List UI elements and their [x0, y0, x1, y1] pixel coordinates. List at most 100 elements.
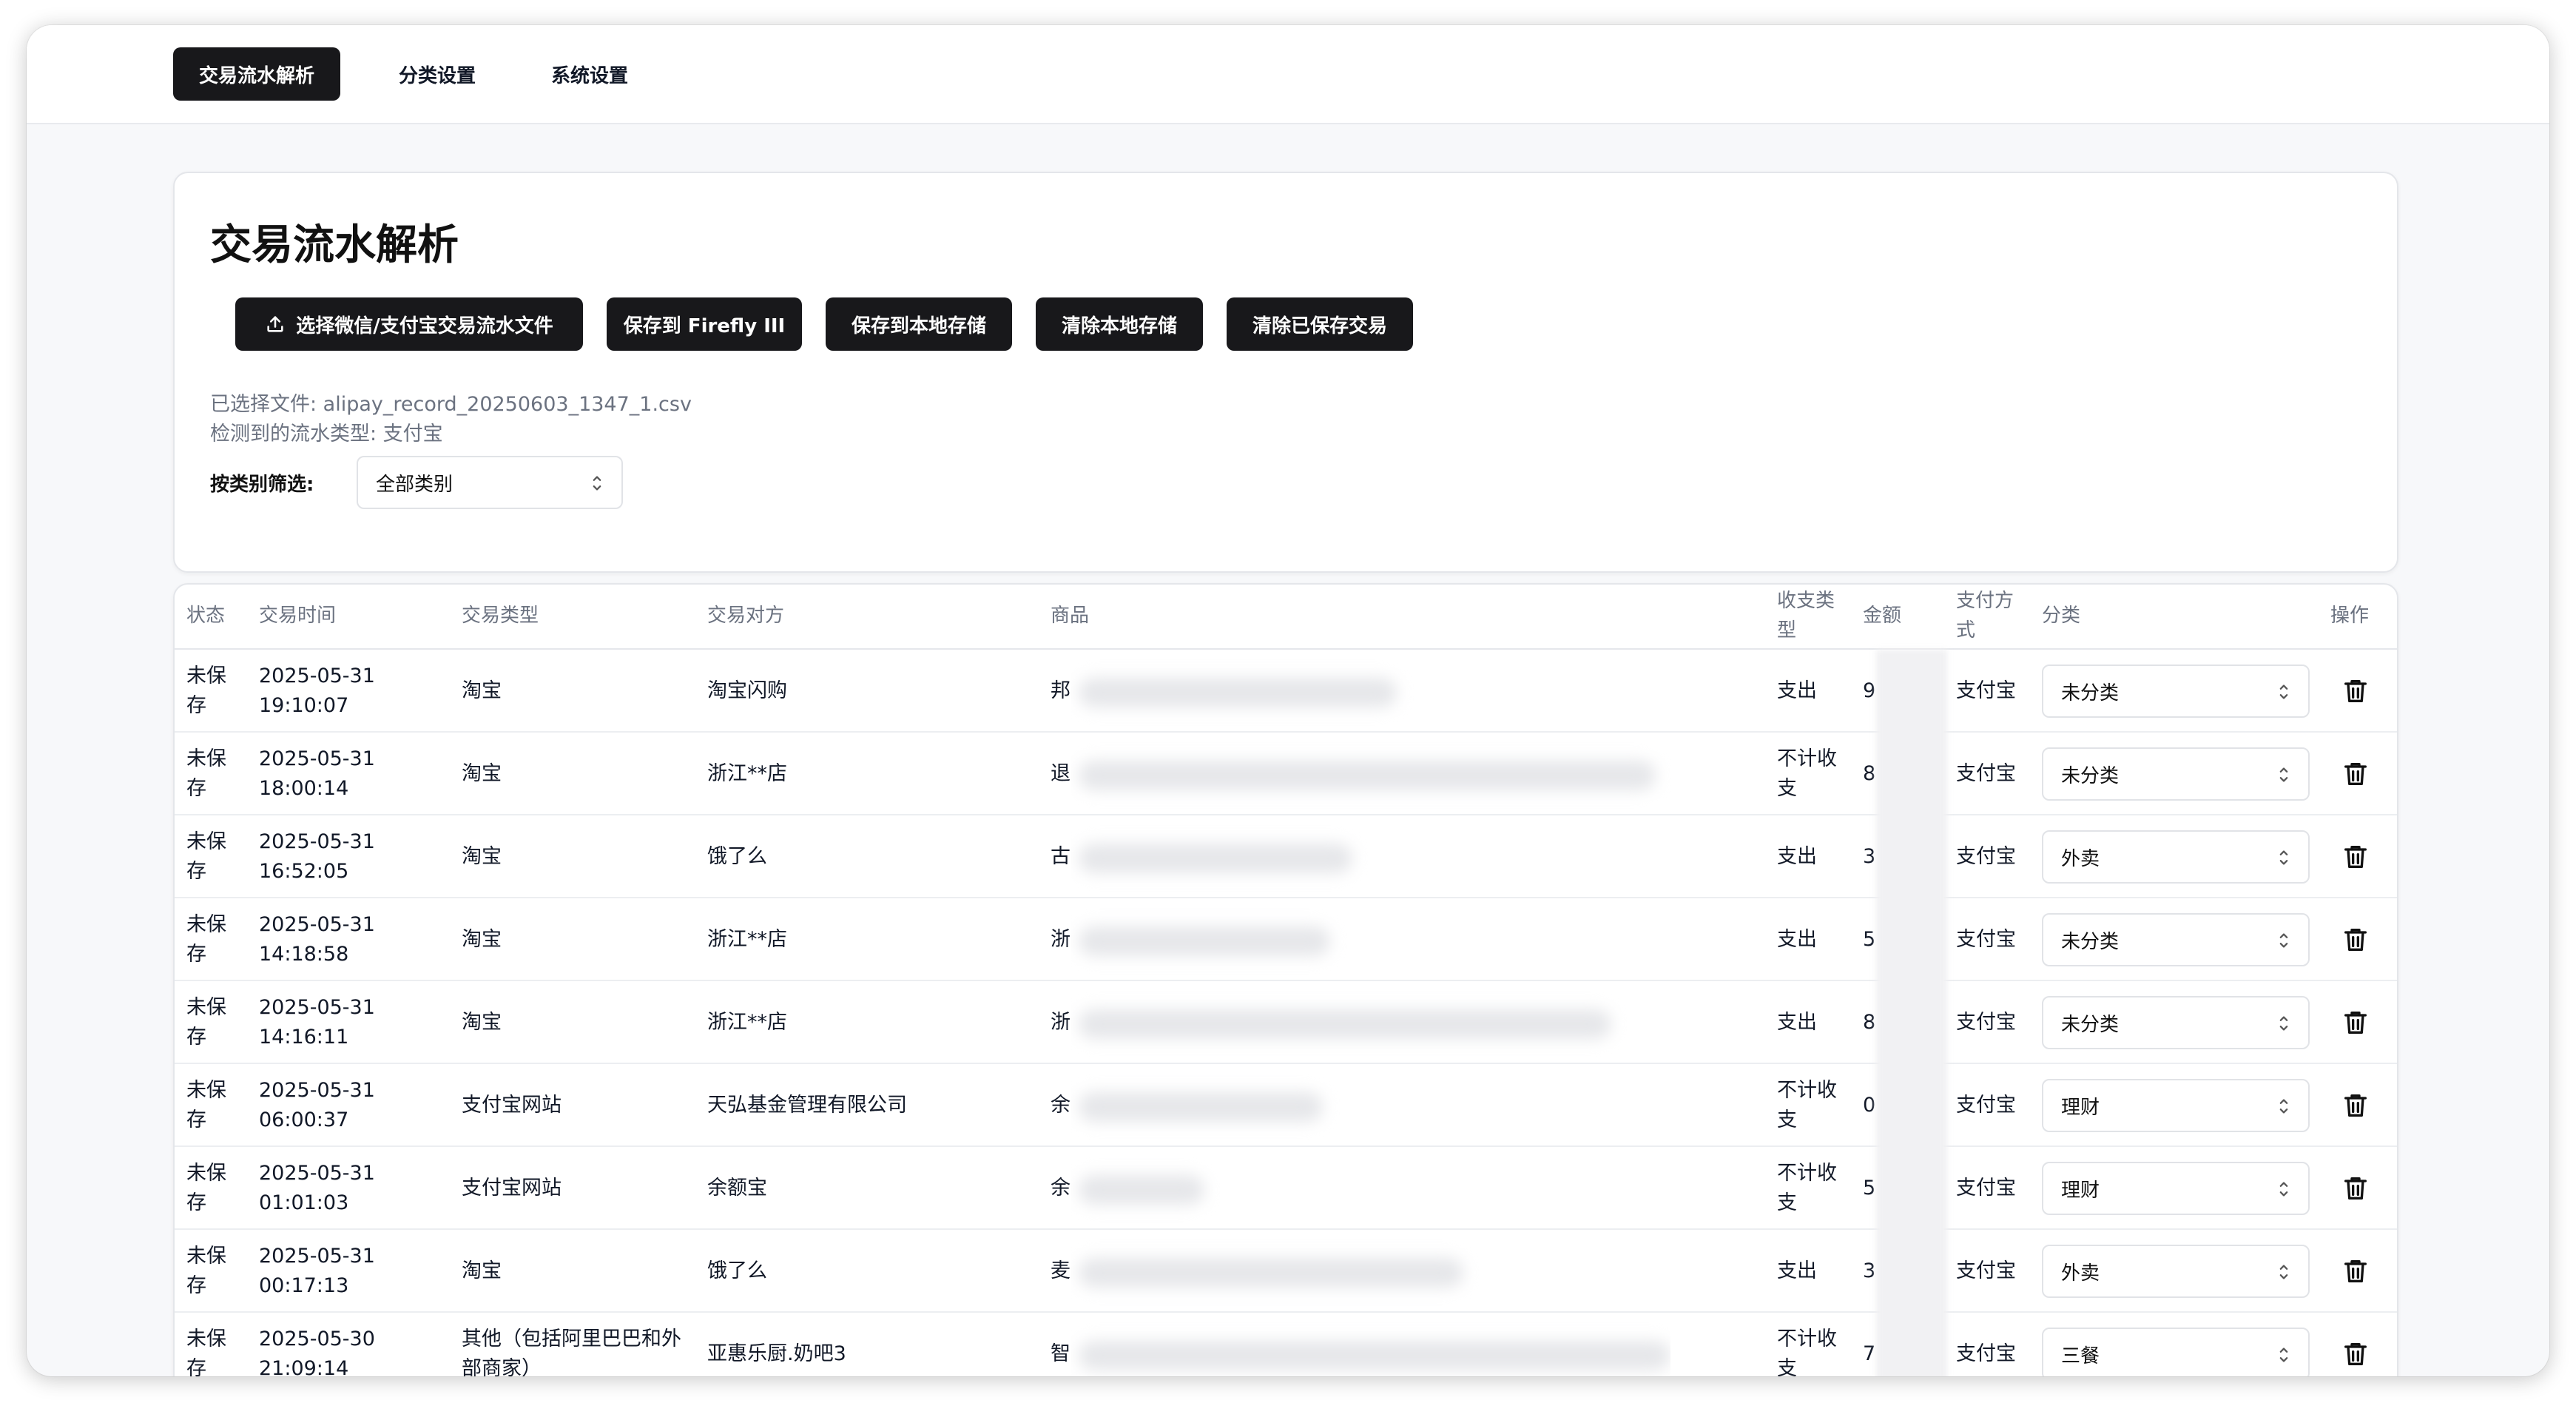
selected-file-text: 已选择文件: alipay_record_20250603_1347_1.csv	[210, 393, 692, 416]
trash-icon[interactable]	[2341, 1339, 2370, 1369]
category-select[interactable]: 未分类	[2042, 665, 2310, 718]
chevron-updown-icon	[2279, 684, 2288, 699]
type-cell: 支付宝网站	[462, 1177, 562, 1200]
clock-text: 21:09:14	[259, 1357, 349, 1376]
status-cell: 未保存	[186, 996, 226, 1049]
direction-cell: 不计收支	[1777, 1079, 1837, 1131]
payment-cell: 支付宝	[1956, 928, 2016, 951]
clear-local-button[interactable]: 清除本地存储	[1036, 297, 1203, 351]
header-status: 状态	[186, 605, 226, 627]
date-text: 2025-05-31	[259, 1079, 375, 1102]
category-select[interactable]: 理财	[2042, 1079, 2310, 1132]
chevron-updown-icon	[2279, 850, 2288, 865]
clear-saved-button[interactable]: 清除已保存交易	[1227, 297, 1413, 351]
counterparty-cell: 饿了么	[707, 845, 767, 868]
trash-icon[interactable]	[2341, 842, 2370, 872]
category-select[interactable]: 三餐	[2042, 1328, 2310, 1376]
payment-cell: 支付宝	[1956, 1342, 2016, 1365]
header-category: 分类	[2042, 605, 2081, 627]
payment-cell: 支付宝	[1956, 845, 2016, 868]
counterparty-cell: 余额宝	[707, 1177, 767, 1200]
category-select[interactable]: 外卖	[2042, 1245, 2310, 1298]
category-select[interactable]: 未分类	[2042, 913, 2310, 966]
direction-cell: 不计收支	[1777, 747, 1837, 800]
status-cell: 未保存	[186, 1079, 226, 1131]
direction-cell: 支出	[1777, 679, 1817, 702]
chevron-updown-icon	[2279, 767, 2288, 782]
direction-cell: 不计收支	[1777, 1328, 1837, 1376]
direction-cell: 不计收支	[1777, 1162, 1837, 1214]
chevron-updown-icon	[2279, 1348, 2288, 1362]
clock-text: 06:00:37	[259, 1108, 349, 1131]
detected-type-text: 检测到的流水类型: 支付宝	[210, 423, 443, 445]
trash-icon[interactable]	[2341, 676, 2370, 706]
clock-text: 18:00:14	[259, 777, 349, 800]
category-select[interactable]: 外卖	[2042, 830, 2310, 884]
status-cell: 未保存	[186, 913, 226, 966]
chevron-updown-icon	[2279, 1265, 2288, 1279]
chevron-updown-icon	[2279, 1182, 2288, 1197]
select-file-label: 选择微信/支付宝交易流水文件	[296, 314, 553, 337]
trash-icon[interactable]	[2341, 1091, 2370, 1120]
counterparty-cell: 亚惠乐厨.奶吧3	[707, 1342, 846, 1365]
trash-icon[interactable]	[2341, 1256, 2370, 1286]
direction-cell: 支出	[1777, 1259, 1817, 1282]
time-cell: 2025-05-31 16:52:05	[259, 827, 375, 886]
payment-cell: 支付宝	[1956, 1011, 2016, 1034]
date-text: 2025-05-31	[259, 1245, 375, 1268]
save-local-button[interactable]: 保存到本地存储	[826, 297, 1012, 351]
trash-icon[interactable]	[2341, 1008, 2370, 1037]
select-file-button[interactable]: 选择微信/支付宝交易流水文件	[235, 297, 583, 351]
category-select[interactable]: 未分类	[2042, 747, 2310, 801]
counterparty-cell: 天弘基金管理有限公司	[707, 1094, 907, 1117]
time-cell: 2025-05-31 14:18:58	[259, 910, 375, 969]
direction-cell: 支出	[1777, 1011, 1817, 1034]
time-cell: 2025-05-31 01:01:03	[259, 1159, 375, 1218]
trash-icon[interactable]	[2341, 925, 2370, 955]
category-select-value: 未分类	[2061, 1013, 2120, 1036]
counterparty-cell: 淘宝闪购	[707, 679, 787, 702]
counterparty-cell: 浙江**店	[707, 762, 787, 785]
save-firefly-button[interactable]: 保存到 Firefly III	[607, 297, 802, 351]
date-text: 2025-05-31	[259, 996, 375, 1019]
type-cell: 淘宝	[462, 1011, 502, 1034]
chevron-updown-icon	[2279, 1016, 2288, 1031]
clock-text: 14:16:11	[259, 1026, 349, 1049]
tab-transaction-parse[interactable]: 交易流水解析	[173, 47, 340, 101]
page-title: 交易流水解析	[210, 221, 459, 269]
time-cell: 2025-05-31 18:00:14	[259, 744, 375, 804]
payment-cell: 支付宝	[1956, 1259, 2016, 1282]
header-time: 交易时间	[259, 605, 337, 627]
app-window: 交易流水解析 分类设置 系统设置 交易流水解析 选择微信/支付宝交易流水文件 保…	[27, 25, 2549, 1376]
chevron-updown-icon	[593, 476, 601, 491]
status-cell: 未保存	[186, 830, 226, 883]
category-select-value: 未分类	[2061, 930, 2120, 953]
type-cell: 其他（包括阿里巴巴和外部商家）	[462, 1328, 681, 1376]
date-text: 2025-05-31	[259, 747, 375, 770]
time-cell: 2025-05-31 19:10:07	[259, 662, 375, 721]
date-text: 2025-05-31	[259, 1162, 375, 1185]
clock-text: 14:18:58	[259, 943, 349, 966]
type-cell: 淘宝	[462, 679, 502, 702]
chevron-updown-icon	[2279, 1099, 2288, 1114]
time-cell: 2025-05-31 06:00:37	[259, 1076, 375, 1135]
chevron-updown-icon	[2279, 933, 2288, 948]
header-direction: 收支类型	[1777, 590, 1835, 642]
status-cell: 未保存	[186, 665, 226, 717]
category-select[interactable]: 未分类	[2042, 996, 2310, 1049]
category-select-value: 外卖	[2061, 847, 2100, 870]
amount-blur-overlay	[1876, 650, 1947, 1376]
type-cell: 淘宝	[462, 762, 502, 785]
tab-system-settings[interactable]: 系统设置	[527, 47, 653, 101]
tab-category-settings[interactable]: 分类设置	[374, 47, 500, 101]
category-filter-value: 全部类别	[376, 473, 454, 496]
category-filter-select[interactable]: 全部类别	[357, 456, 623, 509]
trash-icon[interactable]	[2341, 1174, 2370, 1203]
transactions-table: 状态 交易时间 交易类型 交易对方 商品 收支类型 金额 支付方式 分类 操作 …	[173, 583, 2398, 1376]
counterparty-cell: 浙江**店	[707, 928, 787, 951]
category-select[interactable]: 理财	[2042, 1162, 2310, 1215]
counterparty-cell: 饿了么	[707, 1259, 767, 1282]
filter-label: 按类别筛选:	[210, 474, 314, 496]
type-cell: 淘宝	[462, 845, 502, 868]
trash-icon[interactable]	[2341, 759, 2370, 789]
